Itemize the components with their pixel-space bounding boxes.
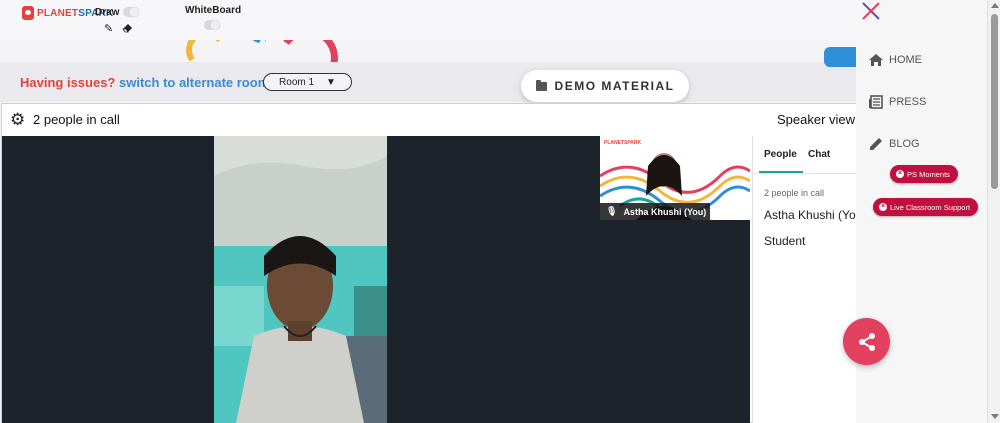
participants-panel: People Chat 2 people in call Astha Khush…	[752, 136, 857, 423]
share-icon	[858, 332, 875, 351]
nav-home[interactable]: HOME	[868, 52, 922, 68]
page-scrollbar[interactable]	[987, 0, 1000, 423]
live-support-label: Live Classroom Support	[890, 202, 971, 212]
draw-toggle[interactable]	[123, 7, 139, 17]
nav-blog[interactable]: BLOG	[868, 136, 920, 152]
self-video-tile[interactable]: PLANETSPARK 🎙 Astha Khushi (You)	[600, 136, 750, 220]
nav-press-label: PRESS	[889, 96, 927, 108]
video-area: PLANETSPARK 🎙 Astha Khushi (You)	[2, 136, 750, 423]
live-support-button[interactable]: × Live Classroom Support	[873, 198, 979, 216]
demo-material-label: DEMO MATERIAL	[554, 79, 675, 93]
share-button[interactable]	[843, 318, 890, 365]
panel-people-count: 2 people in call	[764, 188, 825, 198]
call-header: ⚙ 2 people in call Speaker view	[2, 104, 857, 136]
top-toolbar	[0, 0, 1000, 40]
ps-moments-label: PS Moments	[907, 169, 950, 179]
close-circle-icon: ×	[879, 203, 887, 211]
logo-text-part1: PLANET	[37, 7, 79, 19]
gear-icon[interactable]: ⚙	[10, 111, 25, 128]
self-name-tag: 🎙 Astha Khushi (You)	[600, 203, 710, 220]
room-select[interactable]: Room 1 ▼	[263, 73, 352, 91]
close-icon[interactable]	[860, 0, 882, 22]
chat-widget-badge[interactable]	[824, 47, 858, 67]
demo-material-button[interactable]: DEMO MATERIAL	[521, 70, 689, 102]
self-tile-logo: PLANETSPARK	[604, 140, 641, 146]
participant-role: Student	[764, 234, 806, 248]
issues-message: Having issues? switch to alternate room	[20, 75, 269, 90]
ps-moments-button[interactable]: × PS Moments	[890, 165, 958, 183]
nav-home-label: HOME	[889, 54, 922, 66]
page: PLANETSPARK Draw ✎ WhiteBoard Having iss…	[0, 0, 1000, 423]
issues-prefix: Having issues?	[20, 75, 116, 90]
draw-label: Draw	[95, 7, 120, 18]
microphone-icon[interactable]: 🎙	[606, 206, 617, 217]
scroll-down-icon[interactable]	[991, 414, 999, 419]
whiteboard-label: WhiteBoard	[185, 5, 242, 16]
tab-divider	[753, 173, 857, 174]
tab-people[interactable]: People	[764, 149, 797, 160]
speaker-view-toggle[interactable]: Speaker view	[777, 112, 855, 127]
chevron-down-icon: ▼	[326, 76, 336, 88]
eraser-icon[interactable]	[122, 22, 133, 36]
nav-blog-label: BLOG	[889, 138, 920, 150]
call-people-count: 2 people in call	[33, 112, 120, 127]
tab-chat[interactable]: Chat	[808, 149, 830, 160]
main-speaker-video[interactable]	[214, 136, 387, 423]
nav-press[interactable]: PRESS	[868, 94, 926, 110]
blog-icon	[870, 138, 882, 150]
participant-name: Astha Khushi (Yo	[764, 208, 856, 222]
switch-room-link[interactable]: switch to alternate room	[119, 75, 269, 90]
scroll-thumb[interactable]	[991, 14, 998, 189]
self-tile-logo-text: PLANETSPARK	[604, 140, 642, 146]
pencil-icon[interactable]: ✎	[104, 22, 113, 35]
logo-mark-icon	[22, 6, 34, 20]
folder-icon	[535, 79, 547, 91]
close-circle-icon: ×	[896, 170, 904, 178]
room-select-value: Room 1	[279, 76, 315, 88]
self-name-label: Astha Khushi (You)	[623, 206, 707, 217]
whiteboard-toggle[interactable]	[204, 20, 220, 30]
video-call-frame: ⚙ 2 people in call Speaker view PLANETSP…	[1, 103, 858, 423]
scroll-up-icon[interactable]	[991, 3, 999, 8]
home-icon	[869, 54, 883, 66]
press-icon	[869, 95, 883, 109]
